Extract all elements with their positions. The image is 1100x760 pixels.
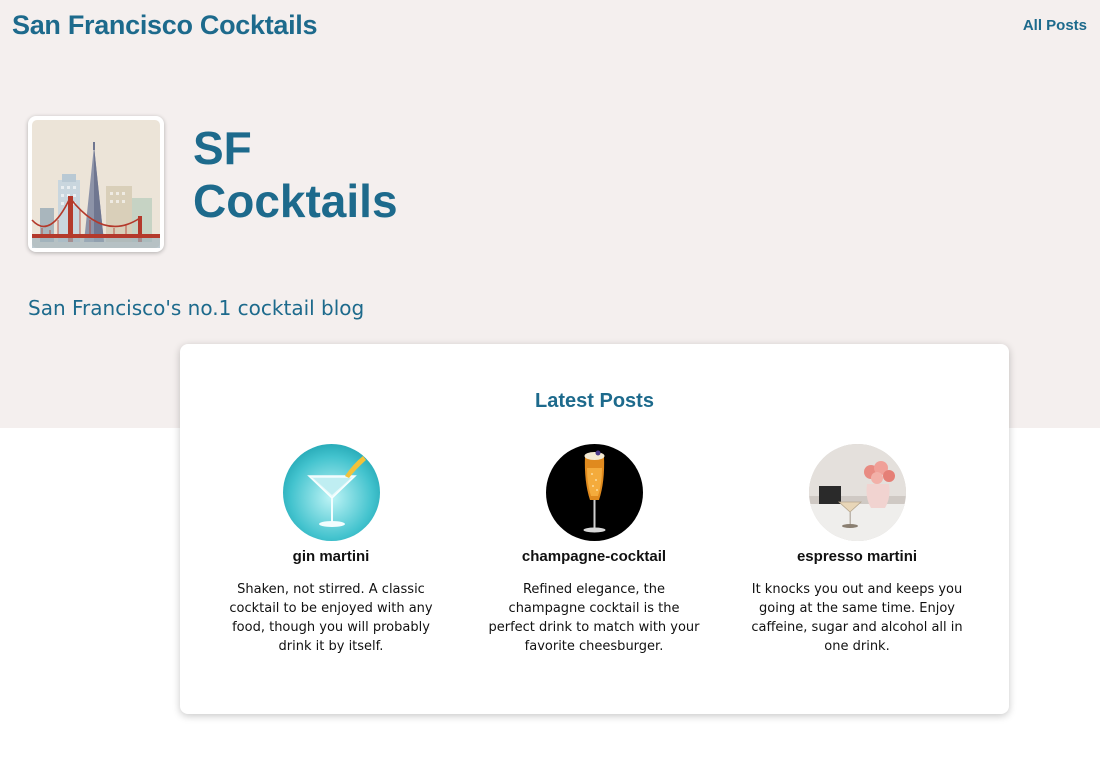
brand-name: SF Cocktails <box>193 122 398 228</box>
post-description: Refined elegance, the champagne cocktail… <box>488 582 700 654</box>
all-posts-link[interactable]: All Posts <box>1023 17 1087 34</box>
post-thumbnail[interactable] <box>282 444 380 541</box>
post-card-gin-martini[interactable]: gin martini Shaken, not stirred. A class… <box>216 444 446 656</box>
post-description: It knocks you out and keeps you going at… <box>751 582 963 654</box>
post-title[interactable]: champagne-cocktail <box>479 548 709 565</box>
latest-posts-heading: Latest Posts <box>535 390 654 412</box>
tagline: San Francisco's no.1 cocktail blog <box>28 296 365 320</box>
post-card-espresso-martini[interactable]: espresso martini It knocks you out and k… <box>742 444 972 656</box>
post-title[interactable]: espresso martini <box>742 548 972 565</box>
site-title-link[interactable]: San Francisco Cocktails <box>12 10 318 41</box>
brand-name-line1: SF <box>193 122 252 174</box>
latest-posts-card: Latest Posts gin martini Shaken, not sti… <box>180 344 1009 714</box>
post-thumbnail[interactable] <box>808 444 906 541</box>
sf-skyline-icon <box>31 120 160 248</box>
post-title[interactable]: gin martini <box>216 548 446 565</box>
post-card-champagne-cocktail[interactable]: champagne-cocktail Refined elegance, the… <box>479 444 709 656</box>
champagne-flute-icon <box>545 444 643 541</box>
post-description: Shaken, not stirred. A classic cocktail … <box>229 582 433 654</box>
martini-glass-icon <box>282 444 380 541</box>
post-thumbnail[interactable] <box>545 444 643 541</box>
brand-name-line2: Cocktails <box>193 175 398 227</box>
espresso-martini-photo-icon <box>808 444 906 541</box>
site-logo <box>28 116 164 252</box>
